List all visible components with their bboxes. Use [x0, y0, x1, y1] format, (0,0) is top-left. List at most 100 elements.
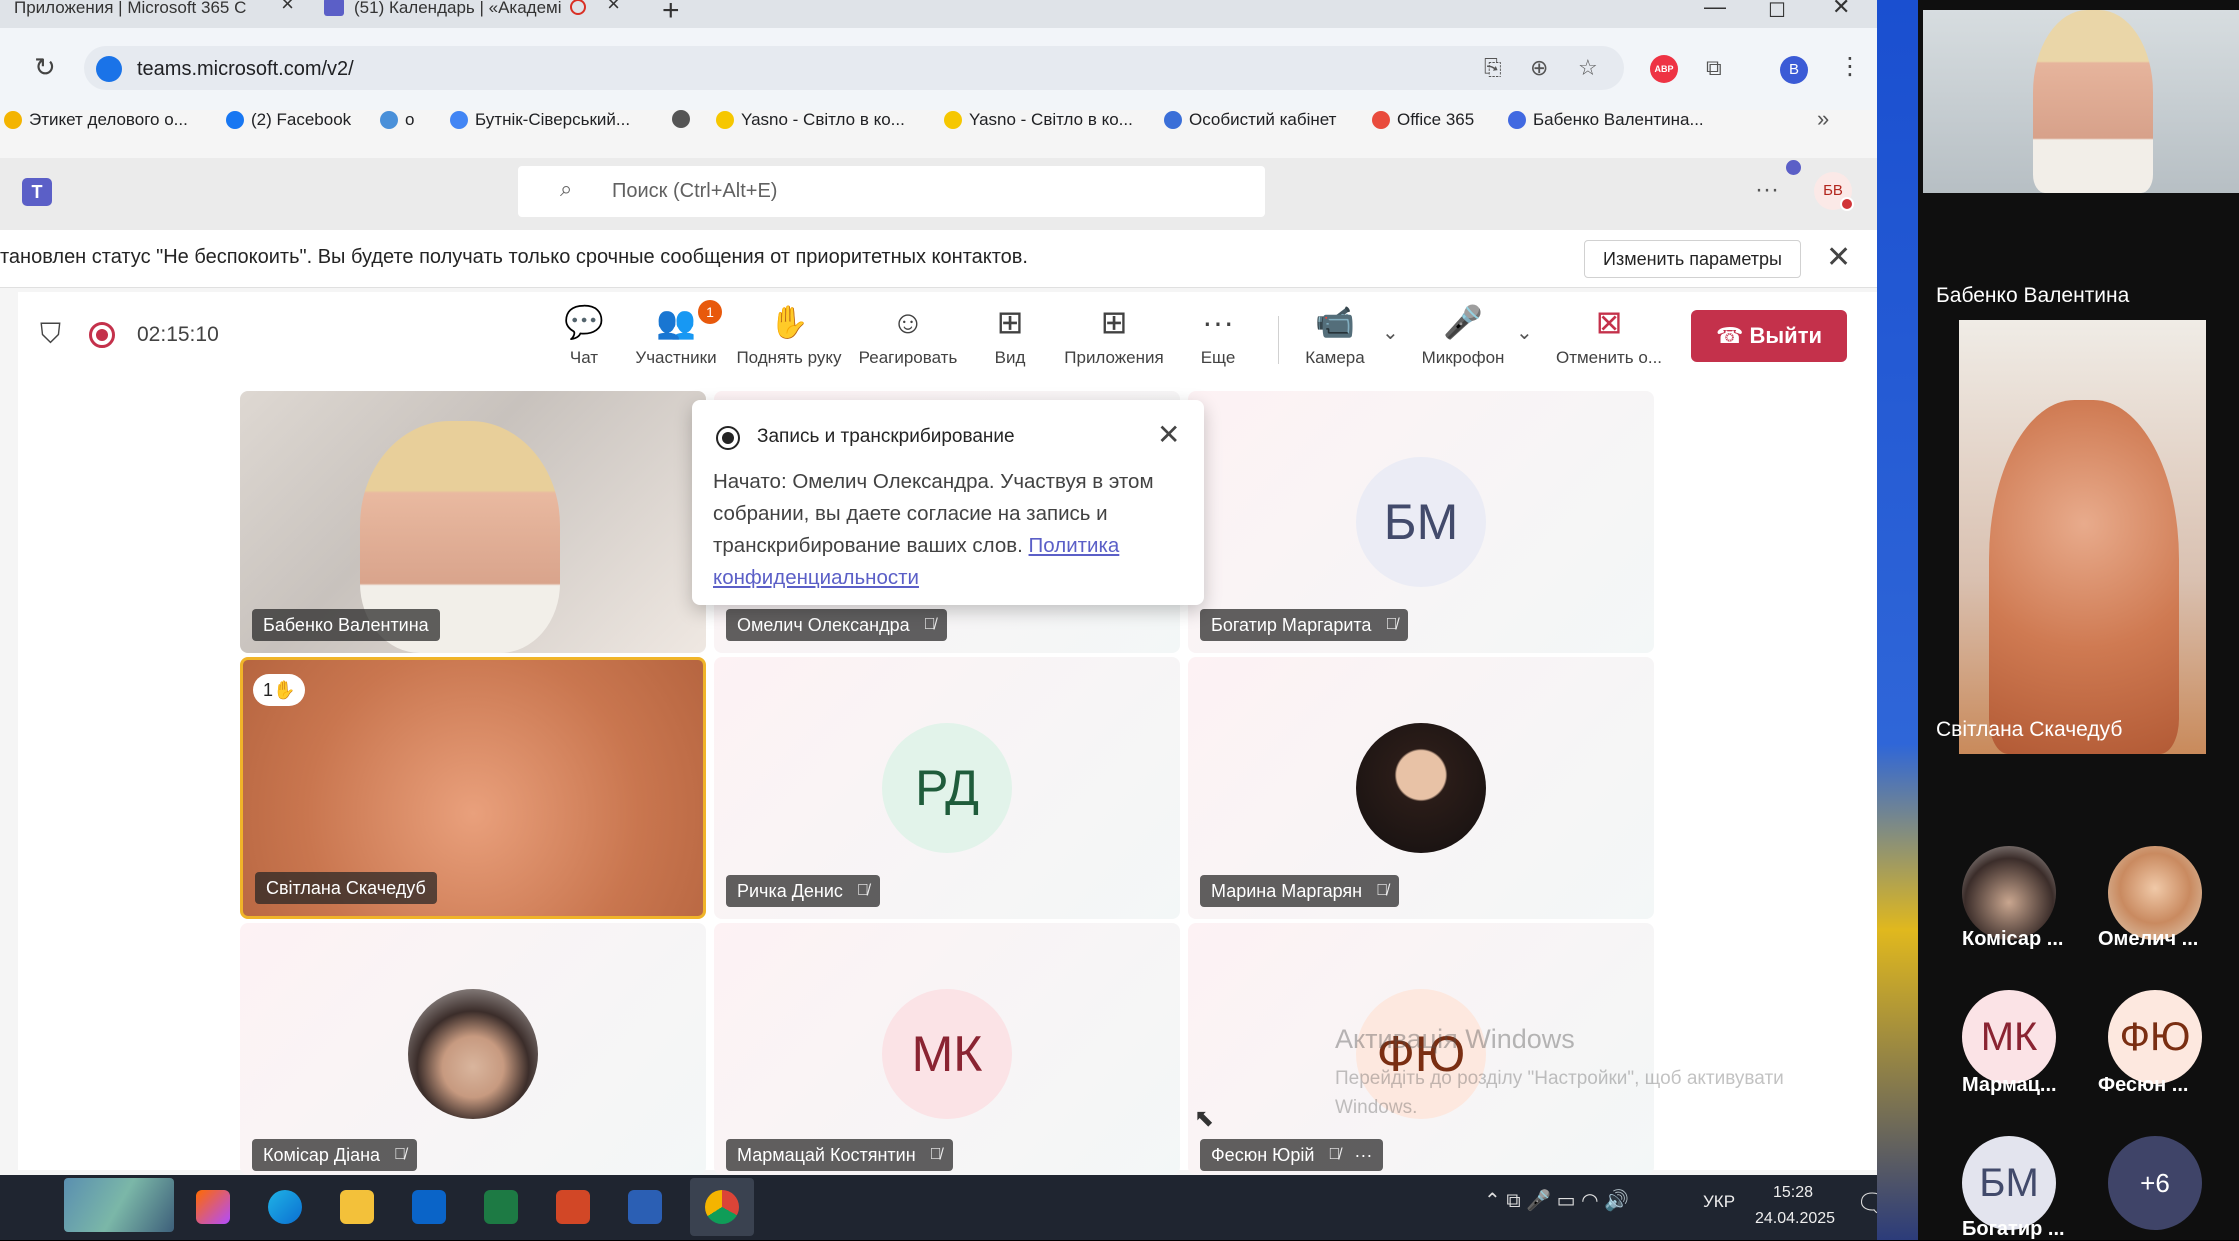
- window-close-icon[interactable]: ✕: [1832, 0, 1850, 20]
- participant-name: Мармацай Костянтин: [737, 1145, 916, 1165]
- maximize-icon[interactable]: ☐: [1768, 0, 1786, 23]
- change-settings-button[interactable]: Изменить параметры: [1584, 240, 1801, 278]
- browser-profile-avatar[interactable]: B: [1780, 56, 1808, 84]
- side-video-feed[interactable]: [1959, 320, 2206, 754]
- chat-label: Чат: [569, 348, 599, 367]
- bookmark-star-icon[interactable]: ☆: [1578, 55, 1598, 81]
- mic-button[interactable]: 🎤 Микрофон: [1418, 300, 1508, 368]
- bookmark-item[interactable]: Yasno - Світло в ко...: [716, 110, 905, 130]
- outlook-icon[interactable]: [412, 1190, 446, 1224]
- bookmark-label: Этикет делового о...: [29, 110, 188, 129]
- video-tile[interactable]: Комісар Діана 🎙̸: [240, 923, 706, 1175]
- reload-icon[interactable]: ↻: [34, 52, 56, 83]
- install-app-icon[interactable]: ⎘: [1484, 55, 1502, 81]
- bookmark-item[interactable]: (2) Facebook: [226, 110, 351, 130]
- powerpoint-icon[interactable]: [556, 1190, 590, 1224]
- video-tile[interactable]: РД Ричка Денис 🎙̸: [714, 657, 1180, 919]
- copilot-icon[interactable]: [196, 1190, 230, 1224]
- new-tab-icon[interactable]: +: [662, 0, 680, 28]
- side-participant-avatar[interactable]: [2108, 846, 2202, 940]
- video-tile[interactable]: БМ Богатир Маргарита 🎙̸: [1188, 391, 1654, 653]
- participant-name-chip: Комісар Діана 🎙̸: [252, 1139, 418, 1171]
- participant-name-chip: Бабенко Валентина: [252, 609, 440, 641]
- video-tile[interactable]: МК Мармацай Костянтин 🎙̸: [714, 923, 1180, 1175]
- site-info-icon[interactable]: [96, 56, 122, 82]
- side-video-feed[interactable]: [1923, 10, 2239, 193]
- side-participant-avatar[interactable]: ФЮ: [2108, 990, 2202, 1084]
- url-text[interactable]: teams.microsoft.com/v2/: [137, 58, 354, 81]
- system-tray[interactable]: ⌃ ⧉ 🎤 ▭ ◠ 🔊: [1484, 1188, 1629, 1213]
- tile-more-icon[interactable]: ···: [1354, 1139, 1372, 1171]
- mic-off-icon: 🎙̸: [923, 616, 936, 633]
- tab-microsoft365[interactable]: Приложения | Microsoft 365 C ×: [14, 0, 294, 28]
- view-button[interactable]: ⊞ Вид: [986, 300, 1034, 368]
- minimize-icon[interactable]: —: [1704, 0, 1726, 20]
- clock-time: 15:28: [1772, 1184, 1814, 1201]
- participant-name: Ричка Денис: [737, 881, 843, 901]
- bookmark-item[interactable]: Office 365: [1372, 110, 1474, 130]
- bookmarks-overflow-icon[interactable]: »: [1817, 106, 1829, 132]
- participant-name-chip: Марина Маргарян 🎙̸: [1200, 875, 1400, 907]
- raise-hand-label: Поднять руку: [736, 348, 842, 367]
- widgets-icon[interactable]: [64, 1178, 174, 1232]
- more-button[interactable]: ··· Еще: [1196, 300, 1240, 368]
- camera-options-chevron-icon[interactable]: ⌄: [1382, 320, 1399, 345]
- apps-button[interactable]: ⊞ Приложения: [1060, 300, 1168, 368]
- taskbar-clock[interactable]: 15:28 24.04.2025: [1755, 1180, 1835, 1232]
- mic-label: Микрофон: [1421, 348, 1505, 367]
- bookmark-label: Особистий кабінет: [1189, 110, 1337, 129]
- side-video-name: Бабенко Валентина: [1936, 284, 2130, 307]
- shield-icon[interactable]: ⛉: [40, 318, 61, 351]
- participant-name-chip: Богатир Маргарита 🎙̸: [1200, 609, 1409, 641]
- bookmark-item[interactable]: Особистий кабінет: [1164, 110, 1336, 130]
- side-participant-name: Мармац...: [1962, 1074, 2057, 1096]
- leave-label: Выйти: [1749, 323, 1823, 348]
- excel-icon[interactable]: [484, 1190, 518, 1224]
- input-language[interactable]: УКР: [1703, 1192, 1735, 1212]
- raise-hand-button[interactable]: ✋ Поднять руку: [732, 300, 846, 368]
- tab-calendar[interactable]: (51) Календарь | «Академі ×: [324, 0, 620, 28]
- search-placeholder[interactable]: Поиск (Ctrl+Alt+E): [612, 180, 777, 203]
- bookmark-item[interactable]: о: [380, 110, 414, 130]
- close-tab-icon[interactable]: ×: [281, 0, 294, 15]
- react-button[interactable]: ☺ Реагировать: [858, 300, 958, 368]
- edge-icon[interactable]: [268, 1190, 302, 1224]
- side-participant-avatar[interactable]: [1962, 846, 2056, 940]
- zoom-icon[interactable]: ⊕: [1530, 55, 1548, 81]
- close-tab-icon[interactable]: ×: [607, 0, 620, 15]
- adblock-icon[interactable]: ABP: [1650, 55, 1678, 83]
- bookmark-item[interactable]: Этикет делового о...: [4, 110, 188, 130]
- bookmark-label: Yasno - Світло в ко...: [741, 110, 905, 129]
- camera-icon: 📹: [1315, 304, 1355, 340]
- video-tile-active-speaker[interactable]: 1✋ Світлана Скачедуб: [240, 657, 706, 919]
- side-participant-avatar[interactable]: БМ: [1962, 1136, 2056, 1230]
- leave-button[interactable]: ☎ Выйти: [1691, 310, 1847, 362]
- chat-button[interactable]: 💬 Чат: [556, 300, 612, 368]
- word-icon[interactable]: [628, 1190, 662, 1224]
- participant-name-chip: Ричка Денис 🎙̸: [726, 875, 880, 907]
- file-explorer-icon[interactable]: [340, 1190, 374, 1224]
- bookmark-item[interactable]: [672, 110, 697, 128]
- participant-name: Комісар Діана: [263, 1145, 381, 1165]
- participant-avatar: РД: [882, 723, 1012, 853]
- camera-button[interactable]: 📹 Камера: [1302, 300, 1368, 368]
- bookmark-item[interactable]: Бутнік-Сіверський...: [450, 110, 630, 130]
- side-participant-avatar[interactable]: МК: [1962, 990, 2056, 1084]
- mic-options-chevron-icon[interactable]: ⌄: [1516, 320, 1533, 345]
- notifications-icon[interactable]: 🗨: [1856, 1188, 1877, 1219]
- tab-label: Приложения | Microsoft 365 C: [14, 0, 247, 17]
- bookmark-item[interactable]: Yasno - Світло в ко...: [944, 110, 1133, 130]
- participants-button[interactable]: 👥 1 Участники: [632, 300, 722, 368]
- popup-close-icon[interactable]: ✕: [1157, 418, 1180, 451]
- more-participants-button[interactable]: +6: [2108, 1136, 2202, 1230]
- stop-sharing-button[interactable]: ⊠ Отменить о...: [1554, 300, 1664, 368]
- bookmark-item[interactable]: Бабенко Валентина...: [1508, 110, 1704, 130]
- browser-menu-icon[interactable]: ⋮: [1838, 52, 1862, 81]
- video-tile[interactable]: Марина Маргарян 🎙̸: [1188, 657, 1654, 919]
- video-tile[interactable]: Бабенко Валентина: [240, 391, 706, 653]
- chrome-icon: [705, 1190, 739, 1224]
- mic-off-icon: 🎙̸: [1328, 1146, 1341, 1163]
- banner-close-icon[interactable]: ✕: [1826, 240, 1851, 275]
- more-options-icon[interactable]: ···: [1755, 176, 1779, 204]
- extensions-icon[interactable]: ⧉: [1706, 55, 1722, 81]
